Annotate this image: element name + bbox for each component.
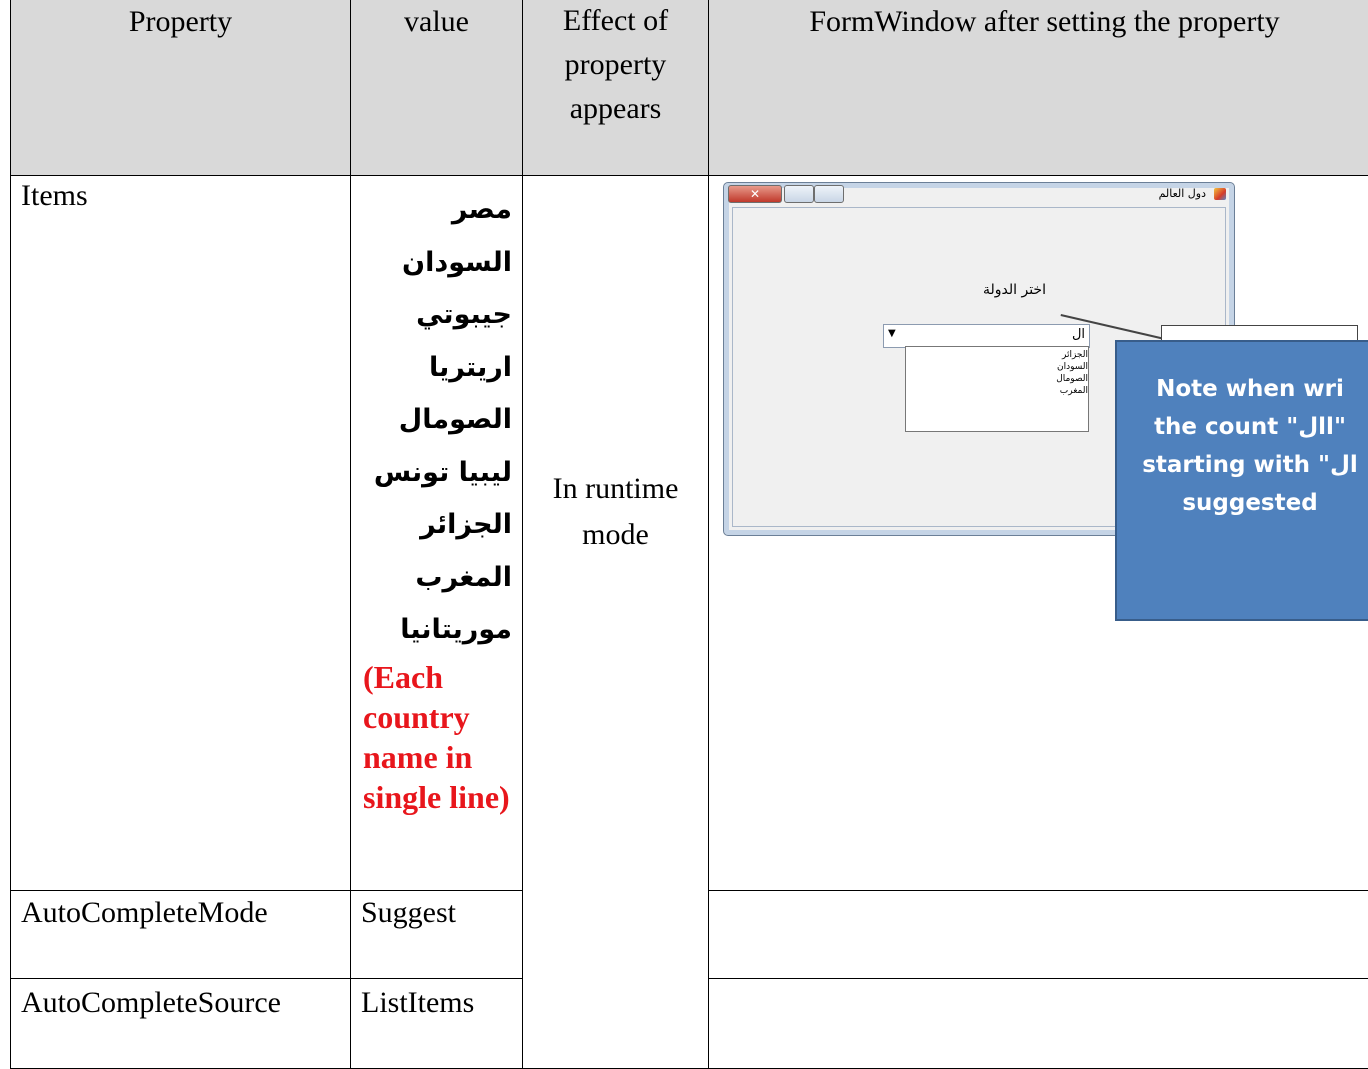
property-cell: AutoCompleteMode bbox=[11, 891, 351, 979]
callout-line-text: starting with "ال bbox=[1117, 446, 1368, 484]
country-item: مصر bbox=[351, 184, 512, 237]
callout-line-text: the count "اال" bbox=[1117, 408, 1368, 446]
property-cell: Items bbox=[11, 176, 351, 891]
property-name: AutoCompleteMode bbox=[11, 891, 350, 931]
suggestion-dropdown[interactable]: الجزائرالسودانالصومالالمغرب bbox=[905, 346, 1089, 432]
suggestion-list: الجزائرالسودانالصومالالمغرب bbox=[906, 349, 1088, 397]
value-cell: ListItems bbox=[351, 979, 523, 1069]
suggestion-item[interactable]: السودان bbox=[1052, 361, 1088, 373]
country-item: موريتانيا bbox=[351, 604, 512, 657]
window-title: دول العالم bbox=[1159, 187, 1206, 200]
property-name: AutoCompleteSource bbox=[11, 979, 350, 1021]
country-item: المغرب bbox=[351, 552, 512, 605]
screenshot-cell-empty bbox=[709, 891, 1368, 979]
close-button[interactable]: ✕ bbox=[728, 185, 782, 203]
country-item: اريتريا bbox=[351, 342, 512, 395]
combobox-value: ال bbox=[1072, 327, 1085, 342]
property-table: Property value Effect of property appear… bbox=[10, 0, 1368, 1069]
country-item: الجزائر bbox=[351, 499, 512, 552]
header-row: Property value Effect of property appear… bbox=[11, 0, 1368, 176]
screenshot-cell: ✕ دول العالم اختر الدولة ▼ ال الجزائرالس… bbox=[709, 176, 1368, 891]
suggestion-item[interactable]: المغرب bbox=[1052, 385, 1088, 397]
callout-line-text: suggested bbox=[1117, 484, 1368, 522]
header-value: value bbox=[351, 0, 523, 176]
header-property: Property bbox=[11, 0, 351, 176]
dropdown-arrow-icon[interactable]: ▼ bbox=[888, 328, 896, 339]
country-item: الصومال bbox=[351, 394, 512, 447]
note-callout: Note when writhe count "اال"starting wit… bbox=[1115, 340, 1368, 621]
minimize-button[interactable] bbox=[814, 185, 844, 203]
header-effect: Effect of property appears bbox=[523, 0, 709, 176]
value-text: Suggest bbox=[351, 891, 522, 931]
window-title-bar: ✕ دول العالم bbox=[724, 183, 1234, 207]
value-text: ListItems bbox=[351, 979, 522, 1021]
app-icon bbox=[1214, 188, 1226, 200]
value-cell: Suggest bbox=[351, 891, 523, 979]
effect-cell: In runtime mode bbox=[523, 176, 709, 1069]
country-combobox[interactable]: ▼ ال bbox=[883, 324, 1090, 348]
property-cell: AutoCompleteSource bbox=[11, 979, 351, 1069]
table-row-items: Items مصرالسودانجيبوتياريترياالصومالليبي… bbox=[11, 176, 1368, 891]
property-name: Items bbox=[11, 176, 350, 214]
maximize-button[interactable] bbox=[784, 185, 814, 203]
callout-line-text: Note when wri bbox=[1117, 370, 1368, 408]
items-note: (Each country name in single line) bbox=[351, 657, 522, 817]
country-items-list: مصرالسودانجيبوتياريترياالصومالليبيا تونس… bbox=[351, 184, 522, 657]
country-item: السودان bbox=[351, 237, 512, 290]
header-effect-text: Effect of property appears bbox=[551, 0, 681, 131]
suggestion-item[interactable]: الصومال bbox=[1052, 373, 1088, 385]
suggestion-item[interactable]: الجزائر bbox=[1052, 349, 1088, 361]
screenshot-cell-empty bbox=[709, 979, 1368, 1069]
effect-text: In runtime mode bbox=[536, 466, 696, 558]
value-cell: مصرالسودانجيبوتياريترياالصومالليبيا تونس… bbox=[351, 176, 523, 891]
choose-country-label: اختر الدولة bbox=[983, 282, 1046, 298]
country-item: جيبوتي bbox=[351, 289, 512, 342]
header-form-window: FormWindow after setting the property bbox=[709, 0, 1368, 176]
country-item: ليبيا تونس bbox=[351, 447, 512, 500]
